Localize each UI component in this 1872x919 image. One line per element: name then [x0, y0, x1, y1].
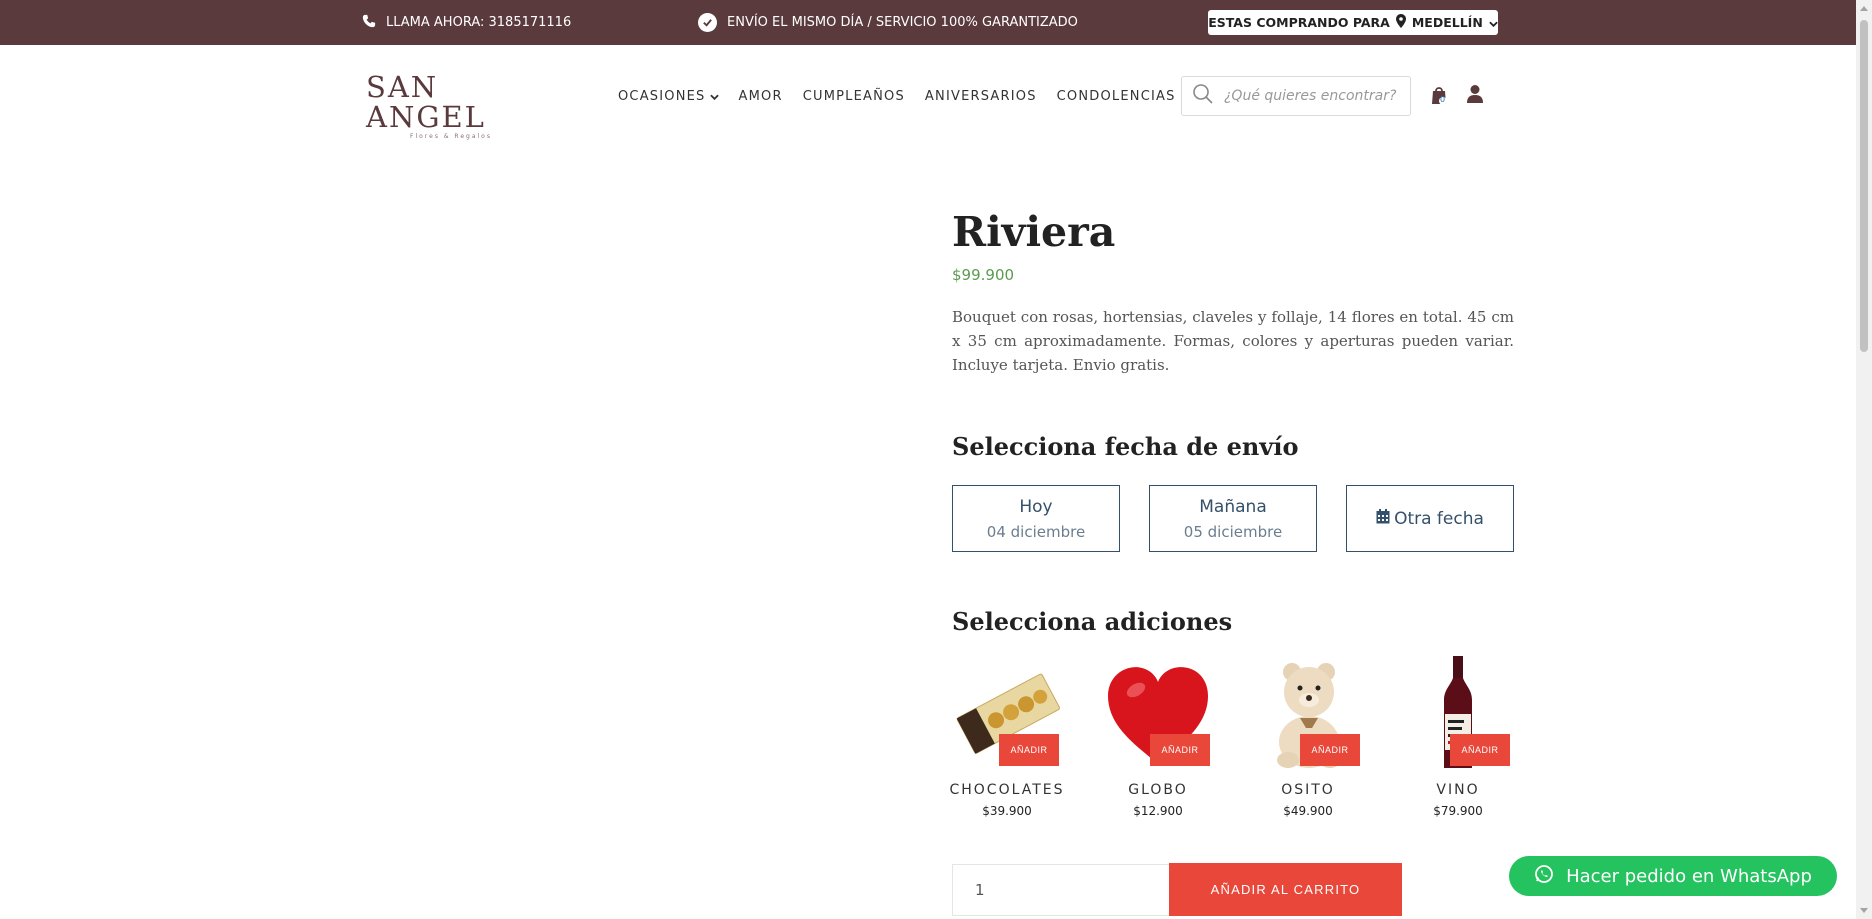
- addon-name: GLOBO: [1128, 782, 1188, 798]
- chocolates-image: AÑADIR: [947, 656, 1067, 772]
- site-logo[interactable]: SAN ANGEL Flores & Regalos: [366, 72, 536, 140]
- add-addon-button[interactable]: AÑADIR: [1450, 734, 1510, 766]
- addon-globo: AÑADIR GLOBO $12.900: [1098, 656, 1218, 818]
- addon-price: $12.900: [1133, 804, 1183, 818]
- search-input[interactable]: [1224, 88, 1404, 104]
- nav-label: AMOR: [738, 88, 783, 104]
- scroll-down-arrow-icon[interactable]: [1860, 908, 1868, 913]
- check-circle-icon: [698, 13, 717, 32]
- date-option-date: 04 diciembre: [986, 522, 1086, 541]
- cart-count: 0: [1440, 95, 1446, 104]
- map-pin-icon: [1395, 14, 1406, 31]
- whatsapp-label: Hacer pedido en WhatsApp: [1566, 865, 1812, 887]
- shipping-label: ENVÍO EL MISMO DÍA / SERVICIO 100% GARAN…: [727, 15, 1078, 30]
- add-addon-button[interactable]: AÑADIR: [999, 734, 1059, 766]
- date-option-tomorrow[interactable]: Mañana 05 diciembre: [1149, 485, 1317, 552]
- date-option-label: Mañana: [1199, 496, 1267, 517]
- date-option-today[interactable]: Hoy 04 diciembre: [952, 485, 1120, 552]
- addons-heading: Selecciona adiciones: [952, 607, 1233, 636]
- heart-balloon-image: AÑADIR: [1098, 656, 1218, 772]
- nav-item-amor[interactable]: AMOR: [739, 89, 783, 104]
- product-description: Bouquet con rosas, hortensias, claveles …: [952, 308, 1514, 374]
- wine-bottle-image: AÑADIR: [1398, 656, 1518, 772]
- addon-vino: AÑADIR VINO $79.900: [1398, 656, 1518, 818]
- city-selector[interactable]: ESTAS COMPRANDO PARA MEDELLÍN: [1208, 10, 1498, 35]
- delivery-heading: Selecciona fecha de envío: [952, 432, 1299, 461]
- buying-for-label: ESTAS COMPRANDO PARA: [1208, 15, 1390, 30]
- whatsapp-order-button[interactable]: Hacer pedido en WhatsApp: [1509, 856, 1837, 896]
- nav-label: CUMPLEAÑOS: [802, 88, 905, 104]
- nav-label: ANIVERSARIOS: [924, 88, 1037, 104]
- addon-price: $39.900: [982, 804, 1032, 818]
- addon-price: $79.900: [1433, 804, 1483, 818]
- shipping-notice: ENVÍO EL MISMO DÍA / SERVICIO 100% GARAN…: [698, 0, 1078, 45]
- add-addon-button[interactable]: AÑADIR: [1300, 734, 1360, 766]
- date-option-date: 05 diciembre: [1183, 522, 1283, 541]
- add-addon-button[interactable]: AÑADIR: [1150, 734, 1210, 766]
- page-scrollbar[interactable]: [1856, 0, 1872, 919]
- scrollbar-thumb[interactable]: [1860, 20, 1868, 352]
- quantity-input[interactable]: 1: [952, 864, 1169, 916]
- cart-icon[interactable]: 0: [1430, 84, 1448, 106]
- top-bar: LLAMA AHORA: 3185171116 ENVÍO EL MISMO D…: [0, 0, 1856, 45]
- nav-item-cumpleanos[interactable]: CUMPLEAÑOS: [803, 89, 905, 104]
- addon-chocolates: AÑADIR CHOCOLATES $39.900: [947, 656, 1067, 818]
- search-box: [1181, 76, 1411, 116]
- main-nav: OCASIONES AMOR CUMPLEAÑOS ANIVERSARIOS C…: [618, 84, 1176, 108]
- calendar-icon: [1376, 509, 1390, 528]
- addon-osito: AÑADIR OSITO $49.900: [1248, 656, 1368, 818]
- phone-icon: [362, 14, 376, 32]
- scroll-up-arrow-icon[interactable]: [1860, 6, 1868, 11]
- date-option-label: Otra fecha: [1394, 508, 1484, 529]
- date-option-label: Hoy: [1019, 496, 1053, 517]
- product-title: Riviera: [952, 208, 1116, 256]
- logo-wordmark: SAN ANGEL: [366, 70, 486, 134]
- city-label: MEDELLÍN: [1411, 15, 1483, 30]
- addon-name: VINO: [1436, 782, 1480, 798]
- logo-tagline: Flores & Regalos: [410, 133, 492, 140]
- nav-label: OCASIONES: [618, 88, 706, 104]
- nav-item-aniversarios[interactable]: ANIVERSARIOS: [925, 89, 1037, 104]
- addon-name: CHOCOLATES: [949, 782, 1065, 798]
- addon-name: OSITO: [1281, 782, 1335, 798]
- teddy-bear-image: AÑADIR: [1248, 656, 1368, 772]
- nav-item-ocasiones[interactable]: OCASIONES: [618, 89, 719, 104]
- user-icon[interactable]: [1466, 84, 1484, 104]
- nav-label: CONDOLENCIAS: [1056, 88, 1176, 104]
- chevron-down-icon: [1489, 15, 1498, 30]
- add-to-cart-button[interactable]: AÑADIR AL CARRITO: [1169, 863, 1402, 916]
- nav-item-condolencias[interactable]: CONDOLENCIAS: [1057, 89, 1176, 104]
- whatsapp-icon: [1534, 864, 1554, 889]
- date-option-other[interactable]: Otra fecha: [1346, 485, 1514, 552]
- phone-contact[interactable]: LLAMA AHORA: 3185171116: [362, 0, 571, 45]
- product-price: $99.900: [952, 266, 1015, 284]
- addon-price: $49.900: [1283, 804, 1333, 818]
- search-icon[interactable]: [1192, 83, 1214, 109]
- phone-label: LLAMA AHORA: 3185171116: [386, 15, 572, 30]
- chevron-down-icon: [709, 89, 719, 104]
